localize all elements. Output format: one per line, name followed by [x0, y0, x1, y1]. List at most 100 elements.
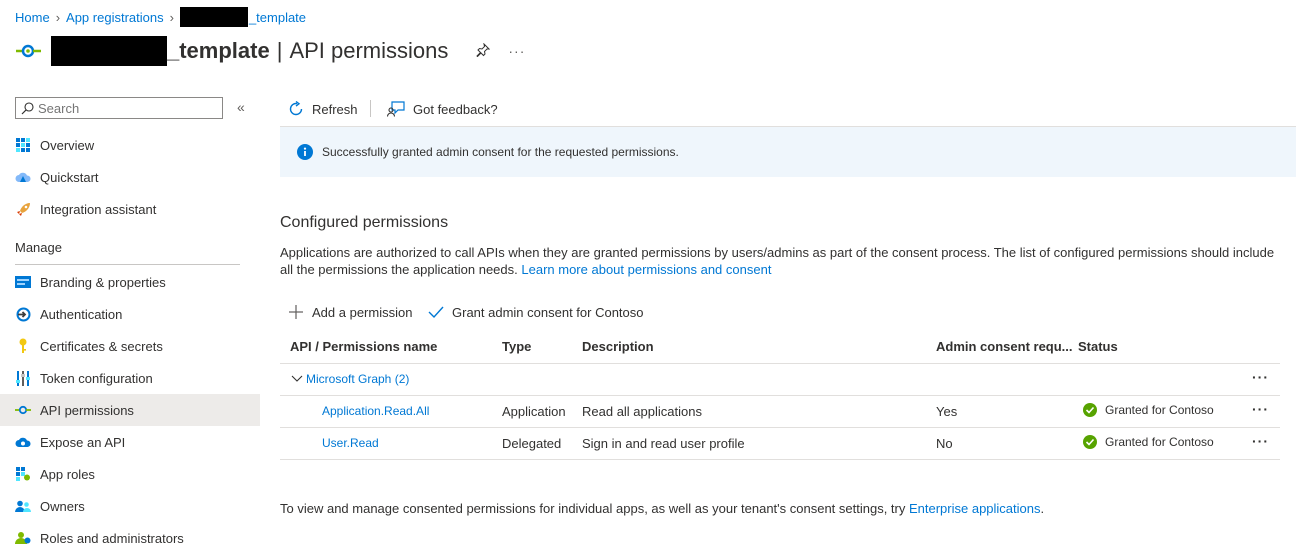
authentication-icon: [15, 306, 31, 322]
table-divider: [280, 395, 1280, 396]
success-check-icon: [1083, 403, 1097, 417]
divider: [15, 264, 240, 265]
title-app-name: _template: [167, 38, 270, 63]
pin-icon[interactable]: [476, 41, 491, 60]
sidebar-item-label: Branding & properties: [40, 274, 166, 290]
column-header-description[interactable]: Description: [582, 339, 654, 354]
refresh-button[interactable]: Refresh: [288, 98, 358, 120]
feedback-label: Got feedback?: [413, 101, 498, 117]
feedback-button[interactable]: Got feedback?: [387, 98, 498, 120]
permission-type: Delegated: [502, 436, 562, 451]
page-header: _template | API permissions ···: [15, 34, 525, 68]
token-config-icon: [15, 370, 31, 386]
breadcrumb-app-registrations[interactable]: App registrations: [66, 10, 164, 25]
success-check-icon: [1083, 435, 1097, 449]
key-icon: [15, 338, 31, 354]
permission-description: Sign in and read user profile: [582, 436, 745, 451]
title-page: API permissions: [289, 38, 449, 63]
description-text: Applications are authorized to call APIs…: [280, 245, 1275, 277]
chevron-right-icon: ›: [169, 9, 174, 25]
permission-name-link[interactable]: User.Read: [322, 436, 379, 450]
more-options-icon[interactable]: ···: [508, 43, 525, 59]
breadcrumb-home[interactable]: Home: [15, 10, 50, 25]
sidebar-item-api-permissions[interactable]: API permissions: [0, 394, 260, 426]
enterprise-applications-link[interactable]: Enterprise applications: [909, 501, 1041, 516]
footer-note: To view and manage consented permissions…: [280, 501, 1044, 516]
overview-grid-icon: [15, 137, 31, 153]
sidebar-item-quickstart[interactable]: Quickstart: [0, 161, 260, 193]
column-header-admin-consent[interactable]: Admin consent requ...: [936, 339, 1073, 354]
table-divider: [280, 459, 1280, 460]
sidebar-item-label: App roles: [40, 466, 95, 482]
checkmark-icon: [428, 305, 444, 319]
owners-icon: [15, 498, 31, 514]
section-manage: Manage: [15, 240, 62, 255]
sidebar-item-label: Integration assistant: [40, 201, 157, 217]
sidebar-item-overview[interactable]: Overview: [0, 129, 260, 161]
search-field[interactable]: [15, 97, 223, 119]
sidebar-item-label: Owners: [40, 498, 85, 514]
status-text: Granted for Contoso: [1105, 403, 1214, 417]
page-title: _template | API permissions: [51, 36, 448, 66]
table-divider: [280, 363, 1280, 364]
column-header-name[interactable]: API / Permissions name: [290, 339, 437, 354]
refresh-label: Refresh: [312, 101, 358, 117]
sidebar-item-branding[interactable]: Branding & properties: [0, 266, 260, 298]
sidebar-item-label: Certificates & secrets: [40, 338, 163, 354]
add-permission-label: Add a permission: [312, 304, 413, 320]
sidebar-item-integration-assistant[interactable]: Integration assistant: [0, 193, 260, 225]
more-actions-icon[interactable]: ···: [1252, 401, 1269, 417]
configured-permissions-heading: Configured permissions: [280, 214, 449, 231]
status-badge: Granted for Contoso: [1083, 403, 1214, 417]
status-text: Granted for Contoso: [1105, 435, 1214, 449]
sidebar-item-label: Expose an API: [40, 434, 126, 450]
sidebar-item-certificates[interactable]: Certificates & secrets: [0, 330, 260, 362]
expose-api-cloud-icon: [15, 434, 31, 450]
permission-name-link[interactable]: Application.Read.All: [322, 404, 429, 418]
sidebar-item-roles-admins[interactable]: Roles and administrators: [0, 522, 260, 554]
sidebar-item-label: API permissions: [40, 402, 134, 418]
grant-admin-consent-label: Grant admin consent for Contoso: [452, 304, 644, 320]
title-separator: |: [276, 38, 283, 63]
column-header-status[interactable]: Status: [1078, 339, 1118, 354]
sidebar-item-expose-an-api[interactable]: Expose an API: [0, 426, 260, 458]
app-roles-icon: [15, 466, 31, 482]
plus-icon: [288, 304, 304, 320]
sidebar-item-label: Token configuration: [40, 370, 153, 386]
branding-icon: [15, 274, 31, 290]
add-permission-button[interactable]: Add a permission: [288, 302, 412, 322]
sidebar-item-app-roles[interactable]: App roles: [0, 458, 260, 490]
sidebar-item-label: Quickstart: [40, 169, 99, 185]
more-actions-icon[interactable]: ···: [1252, 369, 1269, 385]
rocket-icon: [15, 201, 31, 217]
group-row-microsoft-graph[interactable]: Microsoft Graph (2): [291, 372, 409, 386]
sidebar-item-token-configuration[interactable]: Token configuration: [0, 362, 260, 394]
search-input[interactable]: [34, 100, 208, 116]
column-header-type[interactable]: Type: [502, 339, 531, 354]
toolbar-divider: [370, 100, 371, 117]
sidebar-item-authentication[interactable]: Authentication: [0, 298, 260, 330]
sidebar-item-label: Overview: [40, 137, 95, 153]
redacted-box: [179, 7, 248, 27]
banner-message: Successfully granted admin consent for t…: [322, 145, 679, 159]
roles-admin-icon: [15, 530, 31, 546]
breadcrumb: Home › App registrations › _template: [15, 7, 307, 27]
sidebar-item-owners[interactable]: Owners: [0, 490, 260, 522]
more-actions-icon[interactable]: ···: [1252, 433, 1269, 449]
permission-type: Application: [502, 404, 566, 419]
admin-consent-required: Yes: [936, 404, 958, 419]
refresh-icon: [288, 101, 304, 117]
status-badge: Granted for Contoso: [1083, 435, 1214, 449]
redacted-box: [51, 36, 167, 66]
quickstart-cloud-icon: [15, 169, 31, 185]
collapse-sidebar-icon[interactable]: «: [237, 99, 245, 115]
footer-end: .: [1040, 501, 1045, 516]
chevron-down-icon: [291, 375, 303, 383]
breadcrumb-app[interactable]: _template: [179, 7, 307, 27]
grant-admin-consent-button[interactable]: Grant admin consent for Contoso: [428, 302, 644, 322]
footer-text: To view and manage consented permissions…: [280, 501, 909, 516]
breadcrumb-app-suffix: _template: [248, 9, 307, 25]
sidebar-item-label: Authentication: [40, 306, 123, 322]
table-divider: [280, 427, 1280, 428]
learn-more-link[interactable]: Learn more about permissions and consent: [521, 262, 771, 277]
